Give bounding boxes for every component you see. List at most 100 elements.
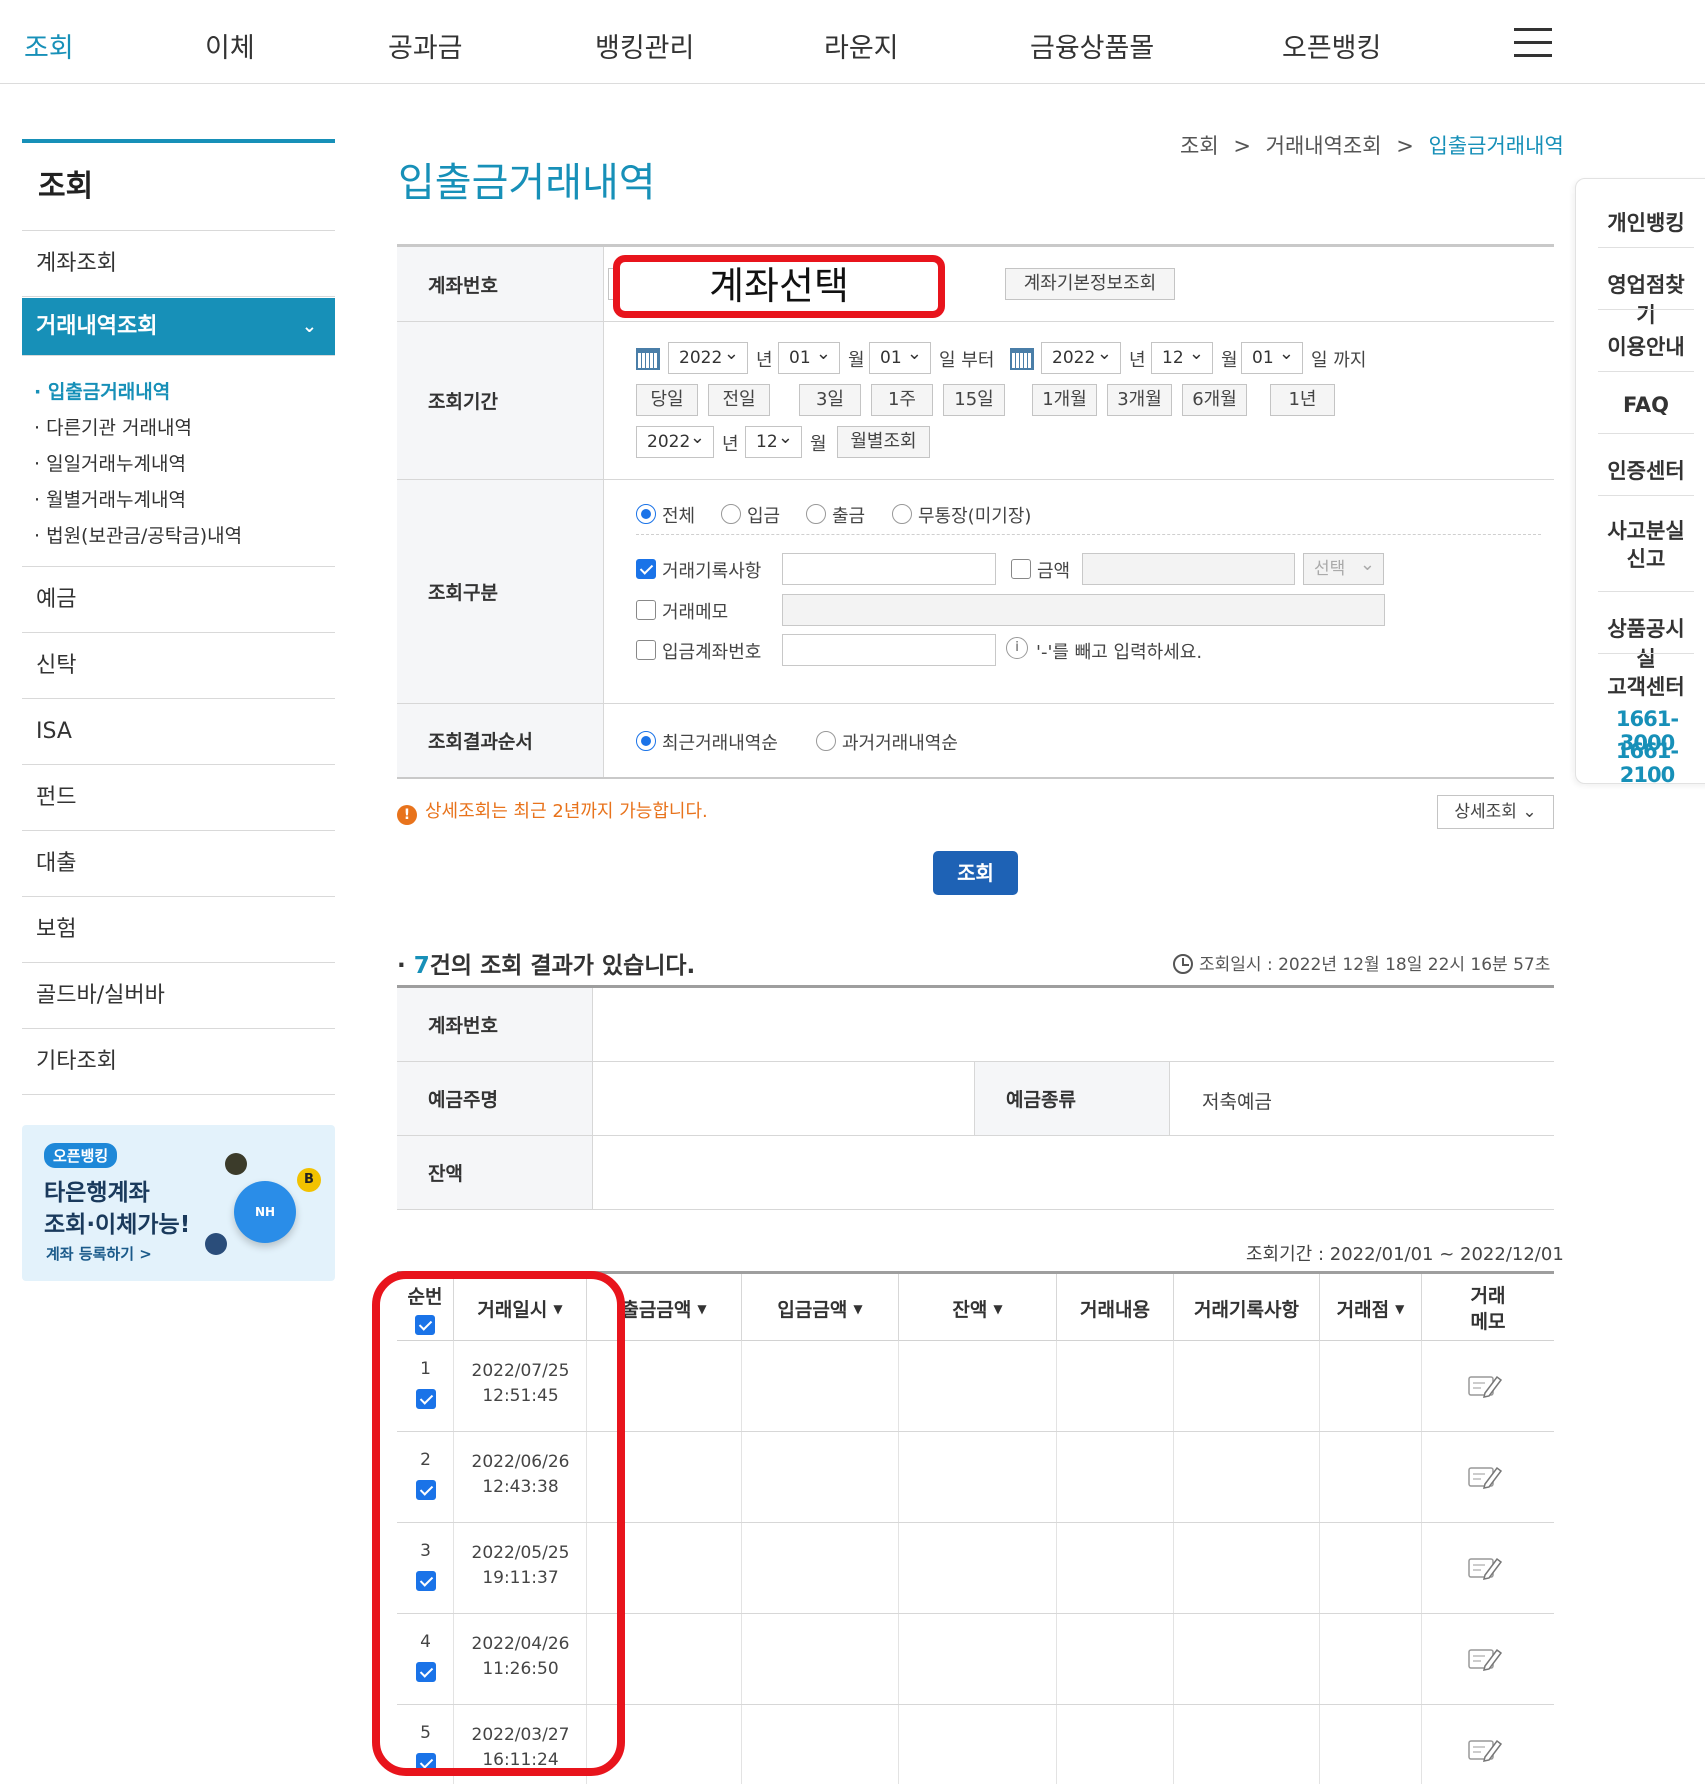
hamburger-menu-icon[interactable] [1514, 28, 1552, 58]
radio-passbookless[interactable] [892, 504, 912, 524]
nav-lounge[interactable]: 라운지 [824, 26, 899, 65]
col-branch[interactable]: 거래점 ▼ [1320, 1274, 1422, 1343]
calendar-icon[interactable] [1010, 348, 1034, 370]
col-memo: 거래 메모 [1470, 1284, 1506, 1333]
account-info-table: 계좌번호 예금주명 예금종류 저축예금 잔액 [397, 985, 1554, 1210]
record-input[interactable] [782, 553, 996, 585]
divider [1598, 653, 1694, 654]
radio-all[interactable] [636, 504, 656, 524]
submenu-deposit-withdrawal[interactable]: 입출금거래내역 [34, 374, 335, 410]
amount-condition-select[interactable]: 선택 [1303, 550, 1384, 585]
quick-1year-button[interactable]: 1년 [1270, 384, 1335, 416]
monthly-month-select[interactable]: 12 [745, 423, 802, 458]
form-row-order: 조회결과순서 최근거래내역순 과거거래내역순 [397, 704, 1554, 779]
sidebar-item-loan[interactable]: 대출 [22, 831, 335, 897]
account-info-button[interactable]: 계좌기본정보조회 [1005, 268, 1175, 300]
sidebar-item-trust[interactable]: 신탁 [22, 633, 335, 699]
quick-loss-report[interactable]: 사고분실 신고 [1598, 517, 1694, 573]
sidebar-item-other[interactable]: 기타조회 [22, 1029, 335, 1095]
quick-today-button[interactable]: 당일 [636, 384, 698, 416]
submenu-other-institution[interactable]: 다른기관 거래내역 [34, 410, 335, 446]
banner-register-link[interactable]: 계좌 등록하기 > [46, 1243, 152, 1264]
submenu-daily-cumulative[interactable]: 일일거래누계내역 [34, 446, 335, 482]
breadcrumb-item[interactable]: 거래내역조회 [1266, 134, 1382, 158]
memo-checkbox[interactable] [636, 600, 656, 620]
breadcrumb-item[interactable]: 조회 [1180, 134, 1219, 158]
quick-personal-banking[interactable]: 개인뱅킹 [1598, 207, 1694, 237]
type-label: 조회구분 [397, 480, 604, 703]
submenu-monthly-cumulative[interactable]: 월별거래누계내역 [34, 482, 335, 518]
info-owner-label: 예금주명 [397, 1062, 593, 1135]
amount-checkbox[interactable] [1011, 559, 1031, 579]
chevron-down-icon: ⌄ [301, 316, 317, 337]
sidebar-submenu: 입출금거래내역 다른기관 거래내역 일일거래누계내역 월별거래누계내역 법원(보… [22, 356, 335, 567]
radio-order-past[interactable] [816, 731, 836, 751]
divider [1598, 309, 1694, 310]
nav-utility-bills[interactable]: 공과금 [388, 26, 463, 65]
quick-customer-center: 고객센터 [1607, 675, 1685, 699]
quick-3month-button[interactable]: 3개월 [1107, 384, 1172, 416]
from-month-select[interactable]: 01 [778, 339, 840, 374]
quick-1week-button[interactable]: 1주 [871, 384, 933, 416]
amount-label: 금액 [1037, 561, 1071, 582]
monthly-inquiry-button[interactable]: 월별조회 [837, 426, 930, 458]
sidebar-item-isa[interactable]: ISA [22, 699, 335, 765]
deposit-account-checkbox[interactable] [636, 640, 656, 660]
memo-edit-icon[interactable] [1467, 1462, 1503, 1492]
calendar-icon[interactable] [636, 348, 660, 370]
globe-icon [205, 1233, 227, 1255]
unit-label: 년 [722, 434, 739, 455]
from-day-select[interactable]: 01 [869, 339, 931, 374]
col-balance[interactable]: 잔액 ▼ [899, 1274, 1057, 1343]
nav-financial-products[interactable]: 금융상품몰 [1030, 26, 1154, 65]
memo-input[interactable] [782, 594, 1385, 626]
nav-banking-management[interactable]: 뱅킹관리 [595, 26, 694, 65]
sidebar-title: 조회 [22, 143, 335, 231]
notice-label: 상세조회는 최근 2년까지 가능합니다. [425, 801, 708, 822]
amount-input[interactable] [1082, 553, 1295, 585]
quick-3day-button[interactable]: 3일 [799, 384, 861, 416]
quick-6month-button[interactable]: 6개월 [1182, 384, 1247, 416]
phone-number[interactable]: 1661-2100 [1592, 739, 1702, 787]
radio-order-recent[interactable] [636, 731, 656, 751]
sidebar-item-gold-silver[interactable]: 골드바/실버바 [22, 963, 335, 1029]
record-checkbox[interactable] [636, 559, 656, 579]
sidebar-item-deposit[interactable]: 예금 [22, 567, 335, 633]
result-count-number: 7 [413, 953, 430, 979]
quick-usage-guide[interactable]: 이용안내 [1598, 331, 1694, 361]
memo-edit-icon[interactable] [1467, 1644, 1503, 1674]
quick-certificate-center[interactable]: 인증센터 [1598, 455, 1694, 485]
quick-product-disclosure[interactable]: 상품공시실 [1598, 613, 1694, 673]
memo-edit-icon[interactable] [1467, 1735, 1503, 1765]
sidebar-item-account-inquiry[interactable]: 계좌조회 [22, 231, 335, 297]
search-button[interactable]: 조회 [933, 851, 1018, 895]
quick-1month-button[interactable]: 1개월 [1032, 384, 1097, 416]
to-day-select[interactable]: 01 [1241, 339, 1303, 374]
quick-faq[interactable]: FAQ [1598, 393, 1694, 417]
memo-edit-icon[interactable] [1467, 1371, 1503, 1401]
memo-edit-icon[interactable] [1467, 1553, 1503, 1583]
col-description: 거래내용 [1057, 1274, 1174, 1343]
quick-branch-finder[interactable]: 영업점찾기 [1598, 269, 1694, 329]
radio-withdrawal[interactable] [806, 504, 826, 524]
submenu-court-deposit[interactable]: 법원(보관금/공탁금)내역 [34, 518, 335, 554]
detail-search-button[interactable]: 상세조회 ⌄ [1437, 795, 1554, 829]
radio-deposit[interactable] [721, 504, 741, 524]
nav-inquiry[interactable]: 조회 [24, 26, 74, 65]
sidebar-item-insurance[interactable]: 보험 [22, 897, 335, 963]
sidebar-item-fund[interactable]: 펀드 [22, 765, 335, 831]
col-deposit[interactable]: 입금금액 ▼ [742, 1274, 899, 1343]
to-year-select[interactable]: 2022 [1041, 339, 1121, 374]
from-year-select[interactable]: 2022 [668, 339, 748, 374]
monthly-year-select[interactable]: 2022 [636, 423, 714, 458]
open-banking-banner[interactable]: 오픈뱅킹 타은행계좌 조회·이체가능! 계좌 등록하기 > B NH [22, 1125, 335, 1281]
deposit-account-input[interactable] [782, 634, 996, 666]
nav-open-banking[interactable]: 오픈뱅킹 [1282, 26, 1381, 65]
nav-transfer[interactable]: 이체 [205, 26, 255, 65]
sidebar-item-transaction-inquiry[interactable]: 거래내역조회 ⌄ [22, 298, 335, 356]
quick-yesterday-button[interactable]: 전일 [708, 384, 770, 416]
info-type-label: 예금종류 [974, 1062, 1170, 1135]
to-month-select[interactable]: 12 [1151, 339, 1213, 374]
quick-15day-button[interactable]: 15일 [943, 384, 1005, 416]
nh-logo-icon: NH [234, 1181, 296, 1243]
